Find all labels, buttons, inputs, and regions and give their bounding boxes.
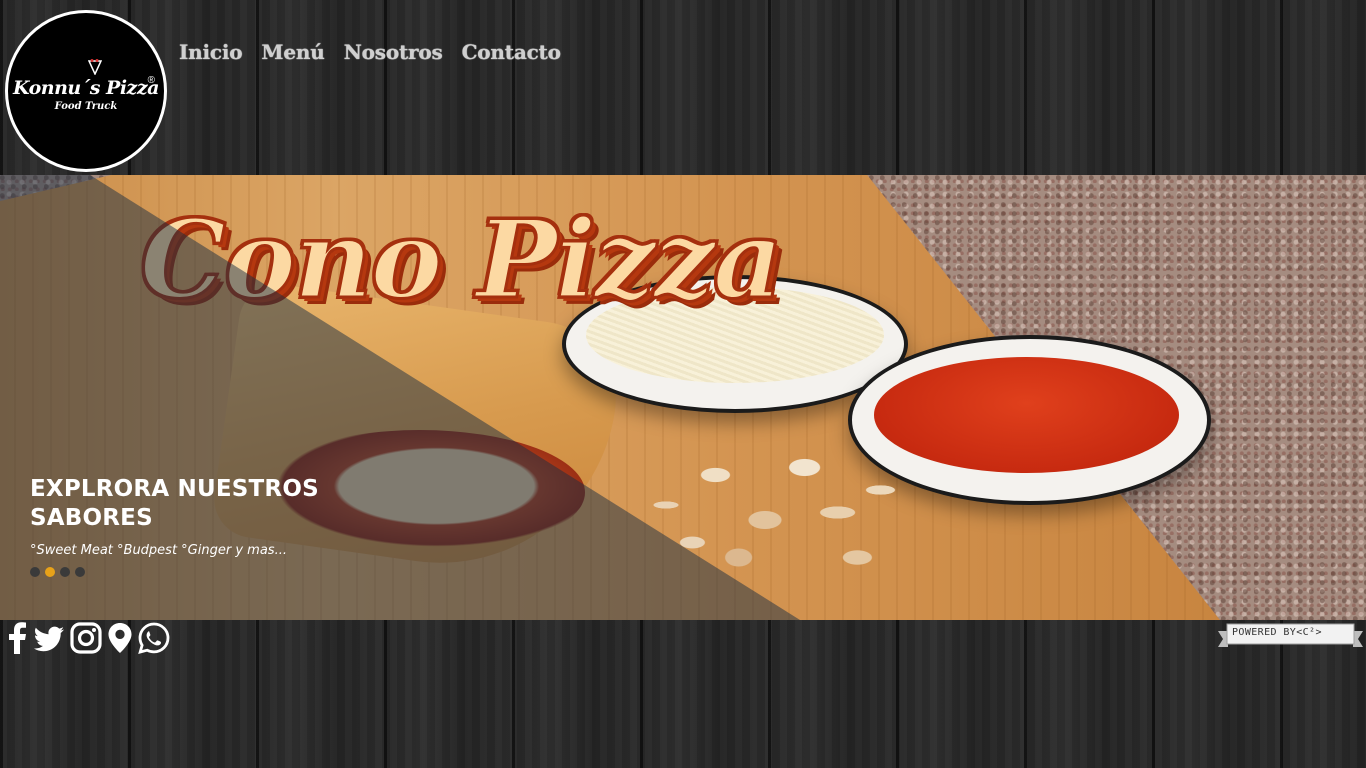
slide-text: °Sweet Meat °Budpest °Ginger y mas... <box>30 543 287 558</box>
slider-dot[interactable] <box>30 567 40 577</box>
location-pin-icon[interactable] <box>107 622 133 654</box>
nav-nosotros[interactable]: Nosotros <box>344 40 443 64</box>
slider-dot-active[interactable] <box>45 567 55 577</box>
slider-dot[interactable] <box>60 567 70 577</box>
site-header: Konnu´s Pizza Food Truck ® Inicio Menú N… <box>0 0 1366 175</box>
site-logo[interactable]: Konnu´s Pizza Food Truck ® <box>5 10 167 172</box>
slider-dot[interactable] <box>75 567 85 577</box>
slide-title: EXPLRORA NUESTROS SABORES <box>30 476 319 531</box>
logo-tagline: Food Truck <box>54 100 118 112</box>
slider-dots <box>30 567 85 577</box>
main-nav: Inicio Menú Nosotros Contacto <box>179 40 561 64</box>
slide-caption: EXPLRORA NUESTROS SABORES °Sweet Meat °B… <box>30 475 360 558</box>
nav-contacto[interactable]: Contacto <box>462 40 561 64</box>
nav-menu[interactable]: Menú <box>261 40 324 64</box>
pizza-cone-icon <box>88 59 102 75</box>
hero-slider: Cono Pizza EXPLRORA NUESTROS SABORES °Sw… <box>0 175 1366 620</box>
registered-mark: ® <box>147 75 155 86</box>
social-links <box>6 622 170 654</box>
powered-by-text: POWERED BY<C²> <box>1232 627 1322 638</box>
nav-inicio[interactable]: Inicio <box>179 40 243 64</box>
logo-name: Konnu´s Pizza <box>13 76 159 99</box>
facebook-icon[interactable] <box>6 622 28 654</box>
whatsapp-icon[interactable] <box>138 622 170 654</box>
instagram-icon[interactable] <box>70 622 102 654</box>
twitter-icon[interactable] <box>33 622 65 654</box>
powered-by-badge[interactable]: POWERED BY<C²> <box>1218 623 1363 651</box>
